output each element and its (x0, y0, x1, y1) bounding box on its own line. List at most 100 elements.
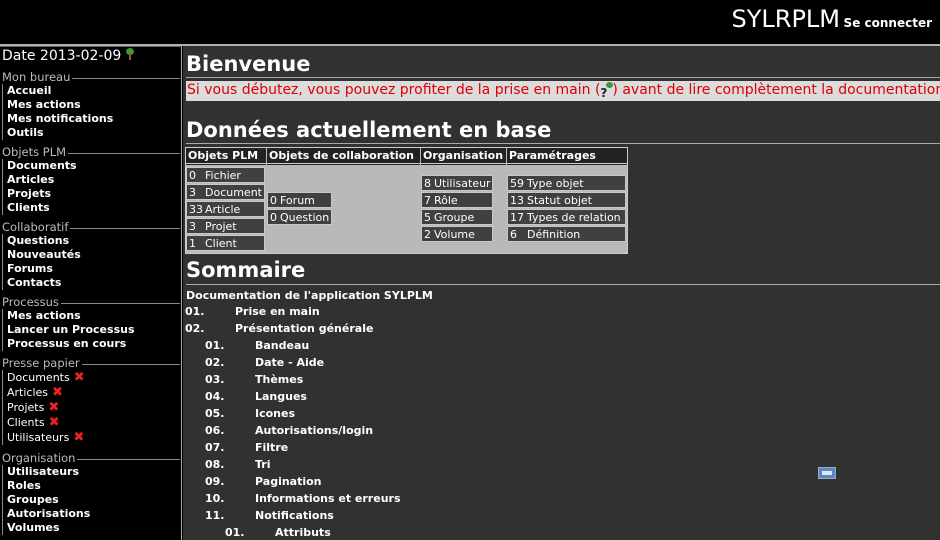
toc-item[interactable]: 10. Informations et erreurs (205, 490, 805, 507)
menu-clients[interactable]: Clients (7, 201, 180, 215)
help-tree-icon[interactable] (124, 48, 136, 62)
menu-utilisateurs[interactable]: Utilisateurs (7, 465, 180, 479)
stat-cell: 3 Projet (186, 218, 265, 234)
toc-item[interactable]: 05. Icones (205, 405, 885, 422)
group-title: Mon bureau (2, 70, 180, 84)
main-content: Bienvenue Si vous débutez, vous pouvez p… (183, 46, 940, 540)
stat-cell: 0 Question (267, 209, 332, 225)
section-divider (186, 284, 940, 285)
summary-title: Sommaire (186, 258, 306, 282)
stats-table: Objets PLM 0 Fichier 3 Document 33 Article … (185, 147, 628, 254)
toc-item[interactable]: 09. Pagination (205, 473, 805, 490)
remove-icon[interactable]: ✖ (52, 386, 63, 399)
menu-accueil[interactable]: Accueil (7, 84, 180, 98)
toc-item[interactable]: 11. Notifications (205, 507, 805, 524)
intro-banner: Si vous débutez, vous pouvez profiter de… (186, 81, 940, 101)
menu-mes-actions-processus[interactable]: Mes actions (7, 309, 180, 323)
group-title: Collaboratif (2, 220, 180, 234)
clipboard-projets[interactable]: Projets ✖ (7, 400, 180, 415)
date-label: Date 2013-02-09 (2, 48, 122, 64)
menu-outils[interactable]: Outils (7, 126, 180, 140)
app-title: SYLRPLM (731, 5, 841, 33)
clipboard-clients[interactable]: Clients ✖ (7, 415, 180, 430)
remove-icon[interactable]: ✖ (74, 371, 85, 384)
stat-cell: 8 Utilisateur (421, 175, 493, 191)
section-divider (186, 143, 940, 144)
toc-item[interactable]: 07. Filtre (205, 439, 885, 456)
group-processus: Processus Mes actions Lancer un Processu… (2, 295, 180, 351)
toc-item[interactable]: 08. Tri (205, 456, 805, 473)
remove-icon[interactable]: ✖ (48, 401, 59, 414)
menu-lancer-processus[interactable]: Lancer un Processus (7, 323, 180, 337)
group-mon-bureau: Mon bureau Accueil Mes actions Mes notif… (2, 70, 180, 140)
remove-icon[interactable]: ✖ (49, 416, 60, 429)
stats-header: Objets PLM (186, 148, 266, 164)
remove-icon[interactable]: ✖ (73, 431, 84, 444)
clipboard-utilisateurs[interactable]: Utilisateurs ✖ (7, 430, 180, 445)
menu-processus-en-cours[interactable]: Processus en cours (7, 337, 180, 351)
menu-articles[interactable]: Articles (7, 173, 180, 187)
sidebar: Date 2013-02-09 Mon bureau Accueil Mes a… (0, 46, 182, 540)
menu-projets[interactable]: Projets (7, 187, 180, 201)
stat-cell: 0 Forum (267, 192, 332, 208)
section-divider (186, 77, 940, 78)
stats-header: Organisation (421, 148, 506, 164)
welcome-title: Bienvenue (186, 52, 311, 76)
menu-mes-notifications[interactable]: Mes notifications (7, 112, 180, 126)
toc-item[interactable]: 01. Prise en main (185, 303, 885, 320)
group-title: Presse papier (2, 356, 180, 370)
toc-item[interactable]: 02. Date - Aide (205, 354, 885, 371)
intro-text-end: ) avant de lire complètement la document… (612, 82, 940, 98)
stat-cell: 3 Document (186, 184, 265, 200)
menu-contacts[interactable]: Contacts (7, 276, 180, 290)
menu-questions[interactable]: Questions (7, 234, 180, 248)
toc-item[interactable]: 01. Bandeau (205, 337, 885, 354)
toc-item[interactable]: 06. Autorisations/login (205, 422, 885, 439)
stat-cell: 13 Statut objet (507, 192, 626, 208)
stat-cell: 2 Volume (421, 226, 493, 242)
menu-forums[interactable]: Forums (7, 262, 180, 276)
stat-cell: 5 Groupe (421, 209, 493, 225)
stat-cell: 6 Définition (507, 226, 626, 242)
stat-cell: 7 Rôle (421, 192, 493, 208)
stats-col-collab: Objets de collaboration 0 Forum 0 Question (267, 148, 420, 253)
toc-item[interactable]: 03. Thèmes (205, 371, 885, 388)
group-title: Processus (2, 295, 180, 309)
stats-col-param: Paramétrages 59 Type objet 13 Statut objet… (507, 148, 627, 253)
summary-subtitle: Documentation de l'application SYLPLM (186, 289, 433, 302)
banner: SYLRPLM Se connecter (0, 0, 940, 44)
menu-nouveautes[interactable]: Nouveautés (7, 248, 180, 262)
group-organisation: Organisation Utilisateurs Roles Groupes … (2, 451, 180, 535)
menu-roles[interactable]: Roles (7, 479, 180, 493)
help-icon[interactable]: ? (600, 82, 614, 100)
stat-cell: 33 Article (186, 201, 265, 217)
toc-item[interactable]: 01. Attributs (225, 524, 825, 540)
group-title: Objets PLM (2, 145, 180, 159)
stat-cell: 1 Client (186, 235, 265, 251)
clipboard-documents[interactable]: Documents ✖ (7, 370, 180, 385)
toc-item[interactable]: 04. Langues (205, 388, 885, 405)
group-objets-plm: Objets PLM Documents Articles Projets Cl… (2, 145, 180, 215)
stat-cell: 0 Fichier (186, 167, 265, 183)
stats-header: Objets de collaboration (267, 148, 420, 164)
menu-documents[interactable]: Documents (7, 159, 180, 173)
toc-item[interactable]: 02. Présentation générale (185, 320, 885, 337)
date-display: Date 2013-02-09 (2, 48, 136, 66)
stats-col-org: Organisation 8 Utilisateur 7 Rôle 5 Groupe … (421, 148, 506, 253)
stat-cell: 59 Type objet (507, 175, 626, 191)
clipboard-articles[interactable]: Articles ✖ (7, 385, 180, 400)
menu-groupes[interactable]: Groupes (7, 493, 180, 507)
group-collaboratif: Collaboratif Questions Nouveautés Forums… (2, 220, 180, 290)
group-presse-papier: Presse papier Documents ✖ Articles ✖ Proje… (2, 356, 180, 445)
stats-header: Paramétrages (507, 148, 627, 164)
window-icon[interactable] (818, 467, 836, 479)
stat-cell: 17 Types de relation (507, 209, 626, 225)
menu-volumes[interactable]: Volumes (7, 521, 180, 535)
intro-text-start: Si vous débutez, vous pouvez profiter de… (187, 82, 601, 98)
menu-autorisations[interactable]: Autorisations (7, 507, 180, 521)
stats-col-plm: Objets PLM 0 Fichier 3 Document 33 Article … (186, 148, 266, 253)
data-title: Données actuellement en base (186, 118, 552, 142)
login-link[interactable]: Se connecter (844, 16, 932, 30)
group-title: Organisation (2, 451, 180, 465)
menu-mes-actions[interactable]: Mes actions (7, 98, 180, 112)
